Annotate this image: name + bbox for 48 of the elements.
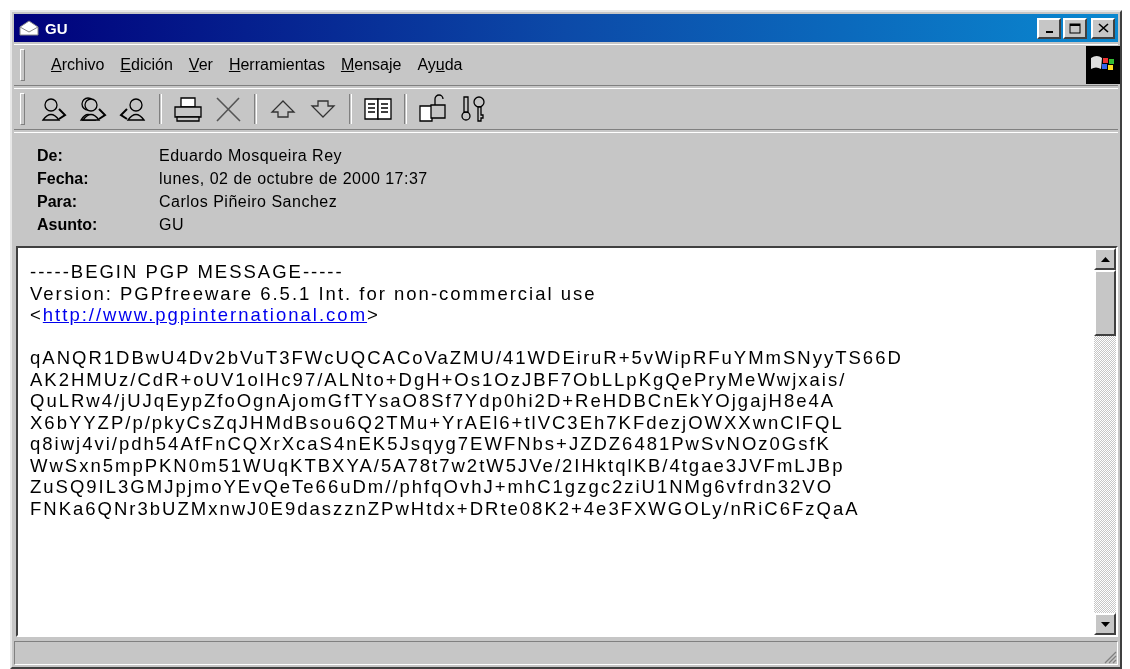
scroll-up-button[interactable] xyxy=(1094,248,1116,270)
minimize-button[interactable] xyxy=(1037,17,1061,39)
message-line: ZuSQ9IL3GMJpjmoYEvQeTe66uDm//phfqOvhJ+mhC1gzgc2ziU1NMg6vfrdn32VO xyxy=(30,476,835,498)
menu-item[interactable]: Ver xyxy=(180,56,221,74)
envelope-icon xyxy=(19,20,39,36)
menu-item[interactable]: Ayuda xyxy=(409,56,471,74)
link[interactable]: http://www.pgpinternational.com xyxy=(42,304,368,325)
down-arrow-icon xyxy=(1100,621,1110,627)
header-label: Asunto: xyxy=(37,216,99,234)
header-label: Fecha: xyxy=(37,170,90,188)
close-button[interactable] xyxy=(1091,17,1115,39)
maximize-button[interactable] xyxy=(1063,17,1087,39)
menu-item[interactable]: Edición xyxy=(112,56,181,74)
message-line: X6bYYZP/p/pkyCsZqJHMdBsou6Q2TMu+YrAEl6+tlVC3Eh7KFdezjOWXXwnClFQL xyxy=(30,411,845,433)
menu-item[interactable]: Mensaje xyxy=(332,56,410,74)
header-label: Para: xyxy=(37,193,79,211)
message-line: q8iwj4vi/pdh54AfFnCQXrXcaS4nEK5Jsqyg7EWFNbs+JZDZ6481PwSvNOz0GsfK xyxy=(30,433,832,455)
message-line: qANQR1DBwU4Dv2bVuT3FWcUQCACoVaZMU/41WDEiruR+5vWipRFuYMmSNyyTS66D xyxy=(30,347,904,369)
window-title: GU xyxy=(45,19,69,37)
resize-grip-icon[interactable] xyxy=(1103,650,1117,664)
message-line: <http://www.pgpinternational.com> xyxy=(30,304,381,326)
person-arrow-icon xyxy=(78,95,108,123)
printer-icon xyxy=(172,95,204,123)
header-value: lunes, 02 de octubre de 2000 17:37 xyxy=(159,170,429,188)
scrollbar[interactable] xyxy=(1094,248,1116,635)
message-line: Version: PGPfreeware 6.5.1 Int. for non-commercial use xyxy=(30,282,598,304)
minimize-icon xyxy=(1045,31,1053,33)
message-line: WwSxn5mpPKN0m51WUqKTBXYA/5A78t7w2tW5JVe/2IHktqlKB/4tgae3JVFmLJBp xyxy=(30,454,846,476)
person-arrow-icon xyxy=(118,95,148,123)
menu-item[interactable]: Herramientas xyxy=(220,56,333,74)
maximize-icon xyxy=(1069,22,1081,34)
close-icon xyxy=(213,95,243,123)
header-value: Carlos Piñeiro Sanchez xyxy=(159,193,339,211)
close-icon xyxy=(1097,23,1109,33)
header-value: Eduardo Mosqueira Rey xyxy=(159,147,344,165)
scroll-down-button[interactable] xyxy=(1094,613,1116,635)
message-line: AK2HMUz/CdR+oUV1olHc97/ALNto+DgH+Os1OzJBF7ObLLpKgQePryMeWwjxais/ xyxy=(30,368,848,390)
header-label: De: xyxy=(37,147,64,165)
menu-item[interactable]: Archivo xyxy=(43,56,113,74)
message-line: FNKa6QNr3bUZMxnwJ0E9daszznZPwHtdx+DRte08K2+4e3FXWGOLy/nRiC6FzQaA xyxy=(30,497,861,519)
book-icon xyxy=(362,95,394,123)
header-value: GU xyxy=(159,216,185,234)
scroll-thumb[interactable] xyxy=(1094,270,1116,336)
message-line: QuLRw4/jUJqEypZfoOgnAjomGfTYsaO8Sf7Ydp0hi2D+ReHDBCnEkYOjgajH8e4A xyxy=(30,390,837,412)
up-arrow-icon xyxy=(1100,256,1110,262)
key-icon xyxy=(458,94,488,124)
lock-document-icon xyxy=(417,94,449,124)
message-line: -----BEGIN PGP MESSAGE----- xyxy=(30,261,345,283)
